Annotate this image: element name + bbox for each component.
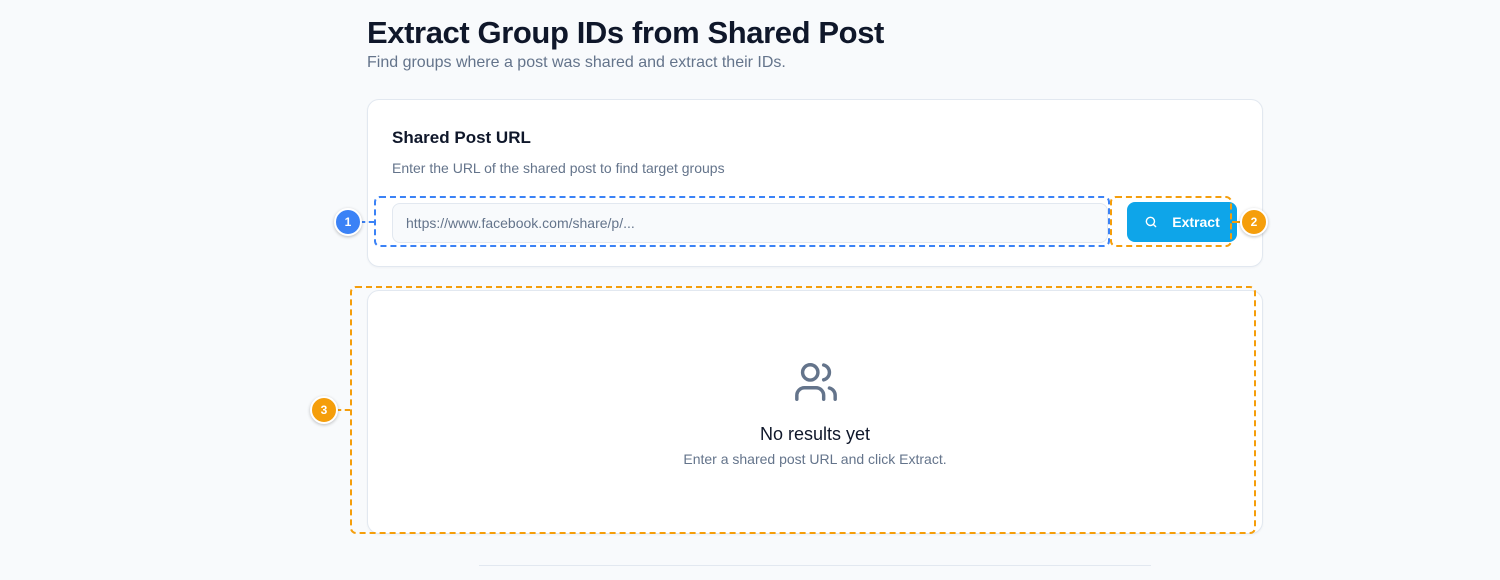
annotation-badge-3: 3	[310, 396, 338, 424]
page-subtitle: Find groups where a post was shared and …	[367, 54, 786, 71]
shared-post-url-card: Shared Post URL Enter the URL of the sha…	[367, 99, 1263, 267]
annotation-connector-1	[360, 221, 374, 223]
results-card: No results yet Enter a shared post URL a…	[367, 290, 1263, 534]
card-title: Shared Post URL	[392, 128, 531, 147]
annotation-badge-2: 2	[1240, 208, 1268, 236]
empty-state-title: No results yet	[759, 424, 871, 444]
empty-state-description: Enter a shared post URL and click Extrac…	[683, 451, 947, 467]
annotation-badge-1: 1	[334, 208, 362, 236]
extract-button-label: Extract	[1172, 214, 1220, 230]
users-icon	[793, 359, 839, 410]
annotation-connector-3	[336, 409, 350, 411]
shared-post-url-input[interactable]	[392, 203, 1108, 243]
search-icon	[1144, 215, 1158, 229]
page: Extract Group IDs from Shared Post Find …	[0, 0, 1500, 580]
card-description: Enter the URL of the shared post to find…	[392, 160, 725, 176]
extract-button[interactable]: Extract	[1127, 202, 1237, 242]
bottom-divider	[479, 565, 1151, 566]
annotation-connector-2	[1232, 221, 1240, 223]
page-title: Extract Group IDs from Shared Post	[367, 15, 884, 50]
